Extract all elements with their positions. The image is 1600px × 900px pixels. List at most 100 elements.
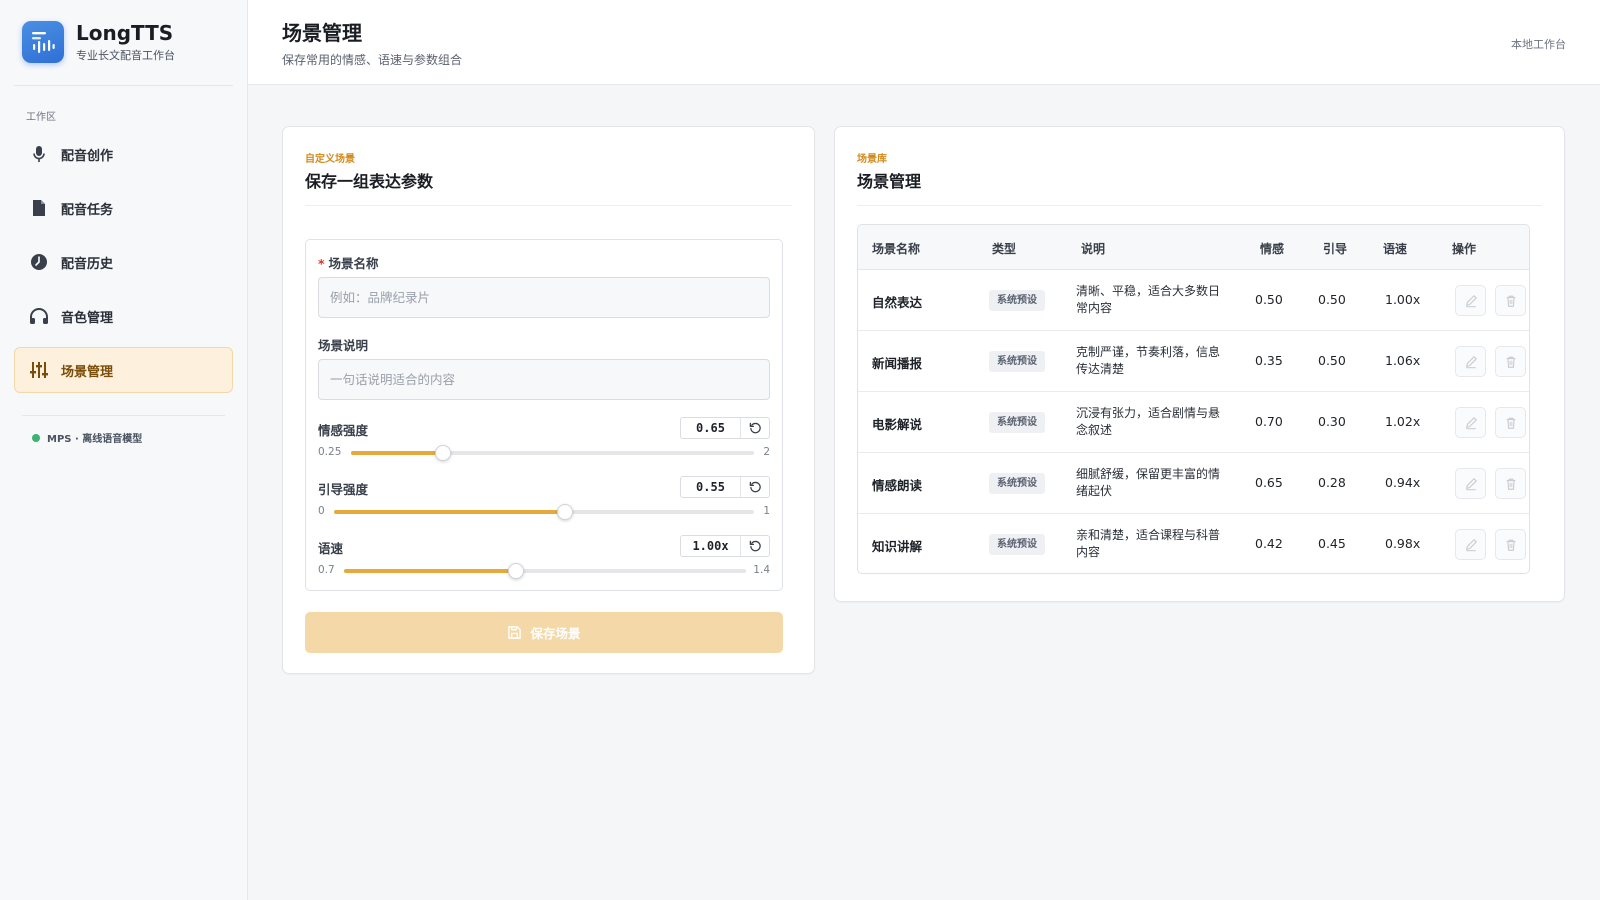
sidebar-item-dubbing-history[interactable]: 配音历史 [14, 239, 233, 285]
sidebar: LongTTS 专业长文配音工作台 工作区 配音创作 配音任务 配音历史 音色管… [0, 0, 248, 900]
scene-desc-input[interactable] [318, 359, 770, 400]
sidebar-divider [22, 415, 225, 416]
slider-track[interactable] [344, 563, 746, 579]
edit-button[interactable] [1455, 468, 1486, 499]
emotion-cell: 0.65 [1255, 475, 1283, 490]
delete-button[interactable] [1495, 468, 1526, 499]
speed-cell: 1.00x [1385, 292, 1421, 307]
sidebar-section-label: 工作区 [26, 112, 56, 123]
pencil-icon [1464, 538, 1478, 552]
sidebar-item-dubbing-create[interactable]: 配音创作 [14, 131, 233, 177]
emotion-strength-value[interactable]: 0.65 [681, 418, 741, 438]
reset-icon[interactable] [741, 477, 769, 497]
scene-desc-cell: 克制严谨，节奏利落，信息传达清楚 [1076, 345, 1221, 376]
slider-max-label: 1 [763, 505, 770, 517]
edit-button[interactable] [1455, 529, 1486, 560]
slider-fill [351, 451, 444, 455]
sidebar-item-label: 配音历史 [61, 256, 114, 272]
speed-cell: 0.98x [1385, 536, 1421, 551]
column-header: 情感 [1260, 242, 1285, 256]
guidance-strength-slider[interactable]: 0 1 [318, 503, 770, 520]
scene-name-cell: 自然表达 [872, 295, 923, 310]
speed-cell: 1.06x [1385, 353, 1421, 368]
scene-desc-cell: 亲和清楚，适合课程与科普内容 [1076, 528, 1221, 559]
slider-track[interactable] [351, 445, 754, 461]
speech-rate-label: 语速 [318, 541, 344, 556]
table-row: 自然表达 系统预设 清晰、平稳，适合大多数日常内容 0.50 0.50 1.00x [858, 270, 1529, 331]
edit-button[interactable] [1455, 285, 1486, 316]
scene-desc-cell: 清晰、平稳，适合大多数日常内容 [1076, 284, 1221, 315]
scene-type-badge: 系统预设 [989, 351, 1045, 372]
document-icon [29, 198, 49, 218]
sidebar-item-dubbing-tasks[interactable]: 配音任务 [14, 185, 233, 231]
trash-icon [1504, 477, 1518, 491]
emotion-strength-value-box: 0.65 [680, 417, 770, 439]
edit-button[interactable] [1455, 346, 1486, 377]
emotion-cell: 0.35 [1255, 353, 1283, 368]
speech-rate-value[interactable]: 1.00x [681, 536, 741, 556]
scene-library-card: 场景库 场景管理 场景名称 类型 说明 情感 引导 语速 操作 自然表达 系统预设… [834, 126, 1565, 602]
slider-track[interactable] [334, 504, 754, 520]
column-header: 场景名称 [872, 242, 921, 256]
save-scene-button[interactable]: 保存场景 [305, 612, 783, 653]
sidebar-divider [14, 85, 233, 86]
scene-name-cell: 情感朗读 [872, 478, 923, 493]
microphone-icon [29, 144, 49, 164]
pencil-icon [1464, 477, 1478, 491]
guidance-strength-value-box: 0.55 [680, 476, 770, 498]
scene-desc-cell: 细腻舒缓，保留更丰富的情绪起伏 [1076, 467, 1221, 498]
clock-icon [29, 252, 49, 272]
column-header: 操作 [1452, 242, 1477, 256]
scene-name-input[interactable] [318, 277, 770, 318]
delete-button[interactable] [1495, 407, 1526, 438]
speech-rate-slider[interactable]: 0.7 1.4 [318, 562, 770, 579]
guidance-cell: 0.50 [1318, 292, 1346, 307]
sidebar-item-label: 音色管理 [61, 310, 114, 326]
scene-name-cell: 电影解说 [872, 417, 923, 432]
speech-rate-value-box: 1.00x [680, 535, 770, 557]
card-title: 保存一组表达参数 [305, 172, 434, 191]
emotion-strength-label: 情感强度 [318, 423, 369, 438]
slider-min-label: 0.25 [318, 446, 342, 458]
column-header: 语速 [1383, 242, 1408, 256]
speed-cell: 1.02x [1385, 414, 1421, 429]
sidebar-nav: 配音创作 配音任务 配音历史 音色管理 场景管理 [14, 131, 233, 401]
guidance-strength-value[interactable]: 0.55 [681, 477, 741, 497]
trash-icon [1504, 355, 1518, 369]
reset-icon[interactable] [741, 418, 769, 438]
guidance-cell: 0.30 [1318, 414, 1346, 429]
table-row: 新闻播报 系统预设 克制严谨，节奏利落，信息传达清楚 0.35 0.50 1.06x [858, 331, 1529, 392]
slider-thumb[interactable] [557, 504, 573, 520]
reset-icon[interactable] [741, 536, 769, 556]
sidebar-item-scene-management[interactable]: 场景管理 [14, 347, 233, 393]
page-title: 场景管理 [282, 21, 362, 45]
workspace-label: 本地工作台 [1511, 38, 1566, 51]
slider-min-label: 0.7 [318, 564, 335, 576]
status-dot-icon [32, 433, 40, 442]
slider-thumb[interactable] [435, 445, 452, 461]
column-header: 引导 [1323, 242, 1348, 256]
app-subtitle: 专业长文配音工作台 [76, 49, 175, 62]
sliders-icon [29, 360, 49, 380]
sidebar-item-voice-management[interactable]: 音色管理 [14, 293, 233, 339]
guidance-strength-label: 引导强度 [318, 482, 369, 497]
delete-button[interactable] [1495, 346, 1526, 377]
delete-button[interactable] [1495, 529, 1526, 560]
emotion-cell: 0.42 [1255, 536, 1283, 551]
save-scene-label: 保存场景 [530, 626, 581, 641]
scene-type-badge: 系统预设 [989, 412, 1045, 433]
scene-desc-cell: 沉浸有张力，适合剧情与悬念叙述 [1076, 406, 1221, 437]
slider-thumb[interactable] [508, 563, 525, 579]
card-divider [857, 205, 1542, 206]
emotion-strength-slider[interactable]: 0.25 2 [318, 444, 770, 461]
brand[interactable]: LongTTS 专业长文配音工作台 [22, 21, 175, 63]
column-header: 说明 [1081, 242, 1106, 256]
page-subtitle: 保存常用的情感、语速与参数组合 [282, 53, 463, 67]
edit-button[interactable] [1455, 407, 1486, 438]
delete-button[interactable] [1495, 285, 1526, 316]
required-mark: * [318, 256, 325, 271]
scene-name-cell: 新闻播报 [872, 356, 923, 371]
scene-table: 场景名称 类型 说明 情感 引导 语速 操作 自然表达 系统预设 清晰、平稳，适合大… [857, 224, 1530, 574]
app-name: LongTTS [76, 21, 174, 45]
emotion-cell: 0.70 [1255, 414, 1283, 429]
